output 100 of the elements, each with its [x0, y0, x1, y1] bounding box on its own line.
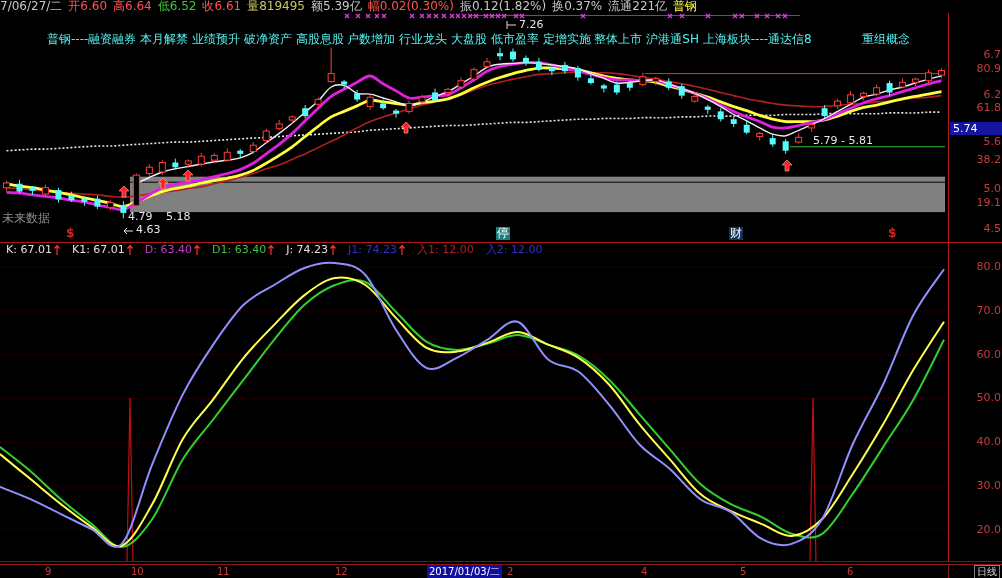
indicator-axis-label: 80.0: [976, 260, 1001, 274]
hollow-candle: [652, 76, 660, 86]
date-axis-label: 12: [335, 565, 348, 578]
price-annotation: 4.79: [128, 211, 153, 223]
period-button[interactable]: 日线: [974, 565, 1000, 578]
hollow-candle: [249, 141, 257, 155]
filled-candle: [821, 104, 828, 119]
hollow-candle: [457, 77, 465, 90]
price-axis-label: 6.7: [983, 49, 1001, 62]
up-arrow-icon: [157, 177, 169, 190]
hollow-candle: [106, 199, 114, 211]
hollow-candle: [938, 67, 945, 79]
hollow-candle: [262, 128, 270, 145]
cross-marker-icon: [754, 13, 760, 19]
date-axis-label: 2: [507, 565, 514, 578]
dollar-sign-marker: $: [66, 227, 75, 240]
up-arrow-icon: [781, 159, 793, 172]
filled-candle: [717, 107, 724, 123]
indicator-axis-label: 60.0: [976, 347, 1001, 361]
concept-tags: 普钢----融资融券 本月解禁 业绩预升 破净资产 高股息股 户数增加 行业龙头 大盘股 低市盈率 定增实施 整体上市 沪港通SH 上海板块----通达信8: [47, 32, 812, 46]
filled-candle: [302, 104, 309, 119]
left-arrow-icon: [123, 227, 134, 235]
concept-tag: 重组概念: [862, 32, 910, 46]
hollow-candle: [158, 159, 166, 176]
price-annotation: 7.26: [519, 19, 544, 31]
filled-candle: [354, 89, 361, 103]
hollow-candle: [925, 69, 932, 84]
date-axis-label: 10: [131, 565, 144, 578]
filled-candle: [341, 79, 348, 90]
cross-marker-icon: [409, 13, 415, 19]
quote-value: 量819495: [247, 0, 305, 13]
filled-candle: [68, 191, 75, 203]
filled-candle: [172, 158, 179, 170]
filled-candle: [496, 47, 503, 61]
price-axis-label: 6.2: [983, 88, 1001, 101]
indicator-axis-label: 70.0: [976, 303, 1001, 317]
cross-marker-icon: [365, 13, 371, 19]
quote-value: 振0.12(1.82%): [459, 0, 547, 13]
price-axis-label: 5.6: [983, 136, 1001, 149]
future-data-label: 未来数据: [2, 211, 50, 225]
hollow-candle: [639, 72, 647, 87]
indicator-axis-label: 20.0: [976, 522, 1001, 536]
quote-value: 高6.64: [113, 0, 152, 13]
quote-value: 流通221亿: [608, 0, 668, 13]
hollow-candle: [288, 114, 296, 125]
event-badge: 停: [496, 227, 510, 240]
legend-value: D: 63.40: [144, 243, 192, 256]
filled-candle: [665, 77, 672, 91]
filled-candle: [704, 104, 711, 115]
filled-candle: [743, 120, 750, 135]
filled-candle: [626, 80, 633, 92]
quote-value: 低6.52: [157, 0, 197, 13]
filled-candle: [393, 108, 400, 119]
hollow-candle: [847, 90, 855, 105]
hollow-candle: [210, 152, 218, 164]
hollow-candle: [418, 94, 426, 106]
filled-candle: [380, 99, 387, 111]
legend-value: 入1: 12.00: [417, 243, 474, 256]
hollow-candle: [444, 87, 452, 97]
date-axis-label: 6: [847, 565, 854, 578]
date-axis-label: 9: [45, 565, 52, 578]
up-arrow-icon: [118, 185, 130, 198]
cross-marker-icon: [667, 13, 673, 19]
filled-candle: [29, 185, 36, 196]
quote-value: 换0.37%: [552, 0, 603, 13]
cross-marker-icon: [441, 13, 447, 19]
quote-value: 7/06/27/二: [0, 0, 63, 13]
date-axis-label: 11: [217, 565, 230, 578]
hollow-candle: [470, 66, 478, 83]
filled-candle: [678, 83, 685, 100]
filled-candle: [600, 83, 607, 93]
hollow-candle: [405, 99, 413, 115]
filled-candle: [509, 47, 516, 63]
price-axis-label: 4.5: [983, 222, 1001, 235]
hollow-candle: [366, 94, 374, 111]
cross-marker-icon: [580, 13, 586, 19]
quote-value: 额5.39亿: [311, 0, 362, 13]
up-arrow-icon: [400, 121, 412, 134]
level-axis-label: 38.2: [976, 154, 1001, 166]
price-annotation: 5.18: [166, 211, 191, 223]
cross-marker-icon: [355, 13, 361, 19]
hollow-candle: [483, 57, 491, 69]
price-axis-label: 5.0: [983, 183, 1001, 196]
hollow-candle: [41, 184, 49, 197]
hollow-candle: [834, 98, 842, 110]
hollow-candle: [145, 163, 153, 177]
hollow-candle: [327, 47, 335, 84]
hollow-candle: [912, 77, 920, 87]
date-axis-label: 5: [740, 565, 747, 578]
quote-value: 幅0.02(0.30%): [367, 0, 454, 13]
filled-candle: [587, 73, 594, 86]
indicator-axis-label: 40.0: [976, 435, 1001, 449]
filled-candle: [574, 65, 581, 82]
filled-candle: [535, 57, 542, 72]
indicator-axis-label: 30.0: [976, 479, 1001, 493]
date-axis-label: 4: [641, 565, 648, 578]
current-price-badge: 5.74: [950, 122, 1002, 135]
hollow-candle: [314, 96, 322, 108]
filled-candle: [432, 88, 439, 103]
price-annotation: 4.63: [136, 224, 161, 236]
